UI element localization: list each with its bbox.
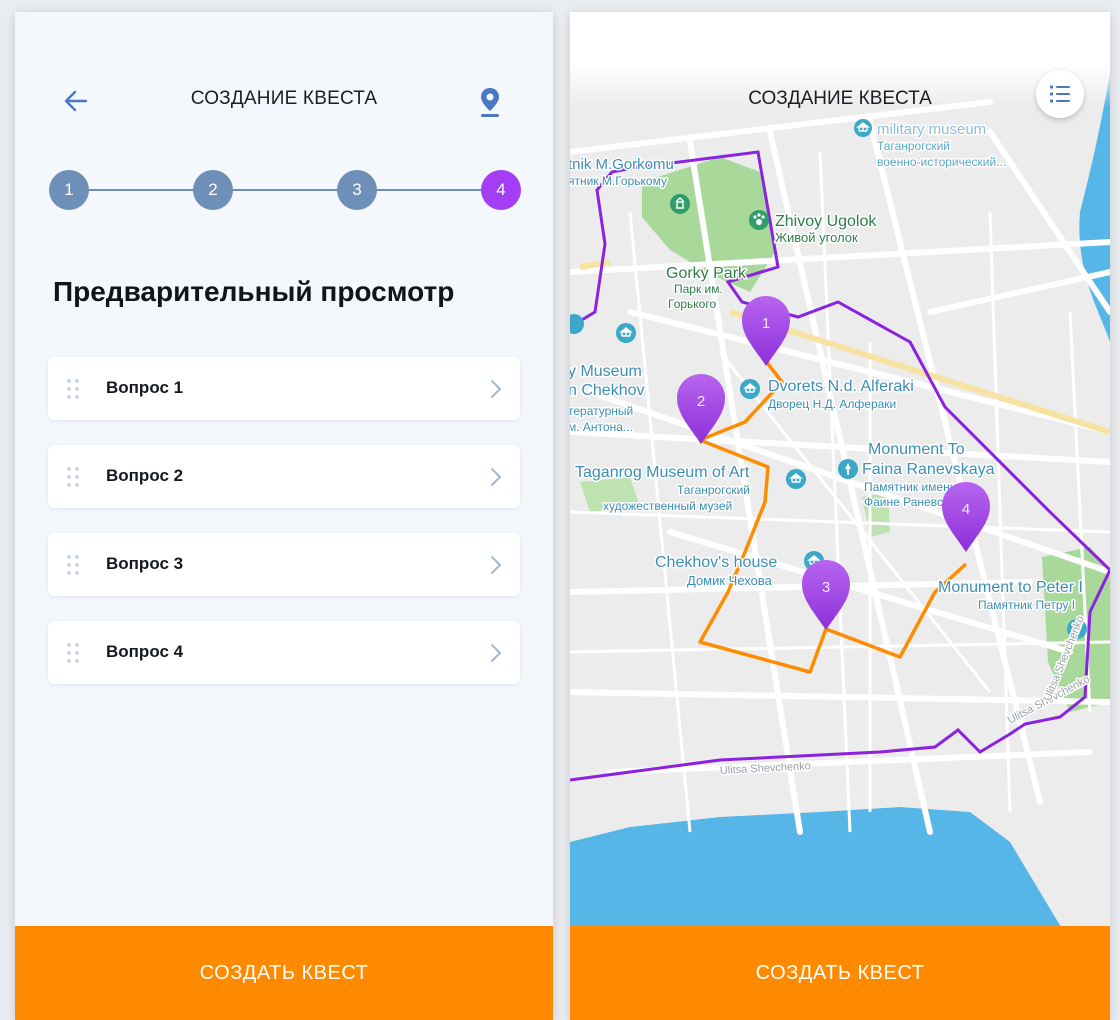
map-label: тературный [570,404,633,418]
question-label: Вопрос 1 [106,378,184,397]
map-label: Gorky Park [666,265,747,282]
map-label: Monument to Peter I [938,579,1083,596]
step-1[interactable]: 1 [49,170,89,210]
question-list: Вопрос 1 Вопрос 2 Вопрос 3 Вопрос 4 [48,357,520,709]
map-label: Таганрогский [677,483,750,497]
map-label: Monument To [868,441,965,458]
map-label: y Museum [570,363,642,380]
step-4-active[interactable]: 4 [481,170,521,210]
map-label: Faina Ranevskaya [862,461,995,478]
create-quest-button[interactable]: СОЗДАТЬ КВЕСТ [570,926,1110,1020]
quest-map-screen: military museum Таганрогский военно-исто… [570,12,1110,1020]
route-marker-number: 3 [822,579,830,596]
question-item-1[interactable]: Вопрос 1 [48,357,520,420]
museum-icon[interactable] [740,379,760,399]
top-bar: СОЗДАНИЕ КВЕСТА [15,72,553,128]
page-title: СОЗДАНИЕ КВЕСТА [748,88,932,109]
route-marker-number: 4 [962,501,970,518]
map-label: Горького [668,297,716,311]
step-connector [377,189,481,191]
museum-icon[interactable] [854,119,872,137]
chevron-right-icon [491,644,502,662]
monument-icon[interactable] [838,459,858,479]
map-label: Дворец Н.Д. Алфераки [768,397,896,411]
map-label: Парк им. [674,282,723,296]
map-label: Живой уголок [775,230,858,245]
map-label: Домик Чехова [687,573,773,588]
map-label: военно-исторический... [877,155,1006,169]
map-label: Taganrog Museum of Art [575,464,750,481]
map-label: м. Антона... [570,420,633,434]
map-label: Памятник Петру I [978,598,1075,612]
location-pin-icon [481,88,499,117]
create-quest-button[interactable]: СОЗДАТЬ КВЕСТ [15,926,553,1020]
route-marker-number: 2 [697,393,705,410]
museum-icon[interactable] [616,323,636,343]
map-label: Таганрогский [877,139,950,153]
map-label: Памятник имени [864,480,956,494]
map-label: Chekhov's house [655,554,777,571]
drag-handle-icon[interactable] [66,466,80,488]
map-label: художественный музей [603,499,732,513]
museum-icon[interactable] [786,469,806,489]
question-label: Вопрос 4 [106,642,184,661]
paw-icon[interactable] [749,210,769,230]
map-label: tnik M.Gorkomu [570,156,674,173]
page-title: СОЗДАНИЕ КВЕСТА [190,88,378,109]
map-label: Dvorets N.d. Alferaki [768,378,914,395]
question-label: Вопрос 3 [106,554,184,573]
step-2[interactable]: 2 [193,170,233,210]
drag-handle-icon[interactable] [66,642,80,664]
route-marker-number: 1 [762,315,770,332]
map-label: n Chekhov [570,382,645,399]
step-connector [89,189,193,191]
section-title: Предварительный просмотр [53,276,455,307]
map-label: ятник М.Горькому [570,174,667,188]
chevron-right-icon [491,556,502,574]
progress-stepper: 1 2 3 4 [49,170,521,210]
numbered-list-icon [1050,85,1070,103]
museum-icon[interactable] [670,194,690,214]
chevron-right-icon [491,468,502,486]
step-connector [233,189,337,191]
question-item-4[interactable]: Вопрос 4 [48,621,520,684]
question-item-2[interactable]: Вопрос 2 [48,445,520,508]
question-item-3[interactable]: Вопрос 3 [48,533,520,596]
map-label: military museum [877,121,986,138]
quest-preview-screen: СОЗДАНИЕ КВЕСТА 1 2 3 4 Предварительный … [15,12,553,1020]
drag-handle-icon[interactable] [66,554,80,576]
step-3[interactable]: 3 [337,170,377,210]
drag-handle-icon[interactable] [66,378,80,400]
chevron-right-icon [491,380,502,398]
map-label: Zhivoy Ugolok [775,213,877,230]
map-view[interactable]: military museum Таганрогский военно-исто… [570,12,1110,1020]
question-label: Вопрос 2 [106,466,184,485]
location-button[interactable] [477,86,503,118]
question-list-button[interactable] [1036,70,1084,118]
